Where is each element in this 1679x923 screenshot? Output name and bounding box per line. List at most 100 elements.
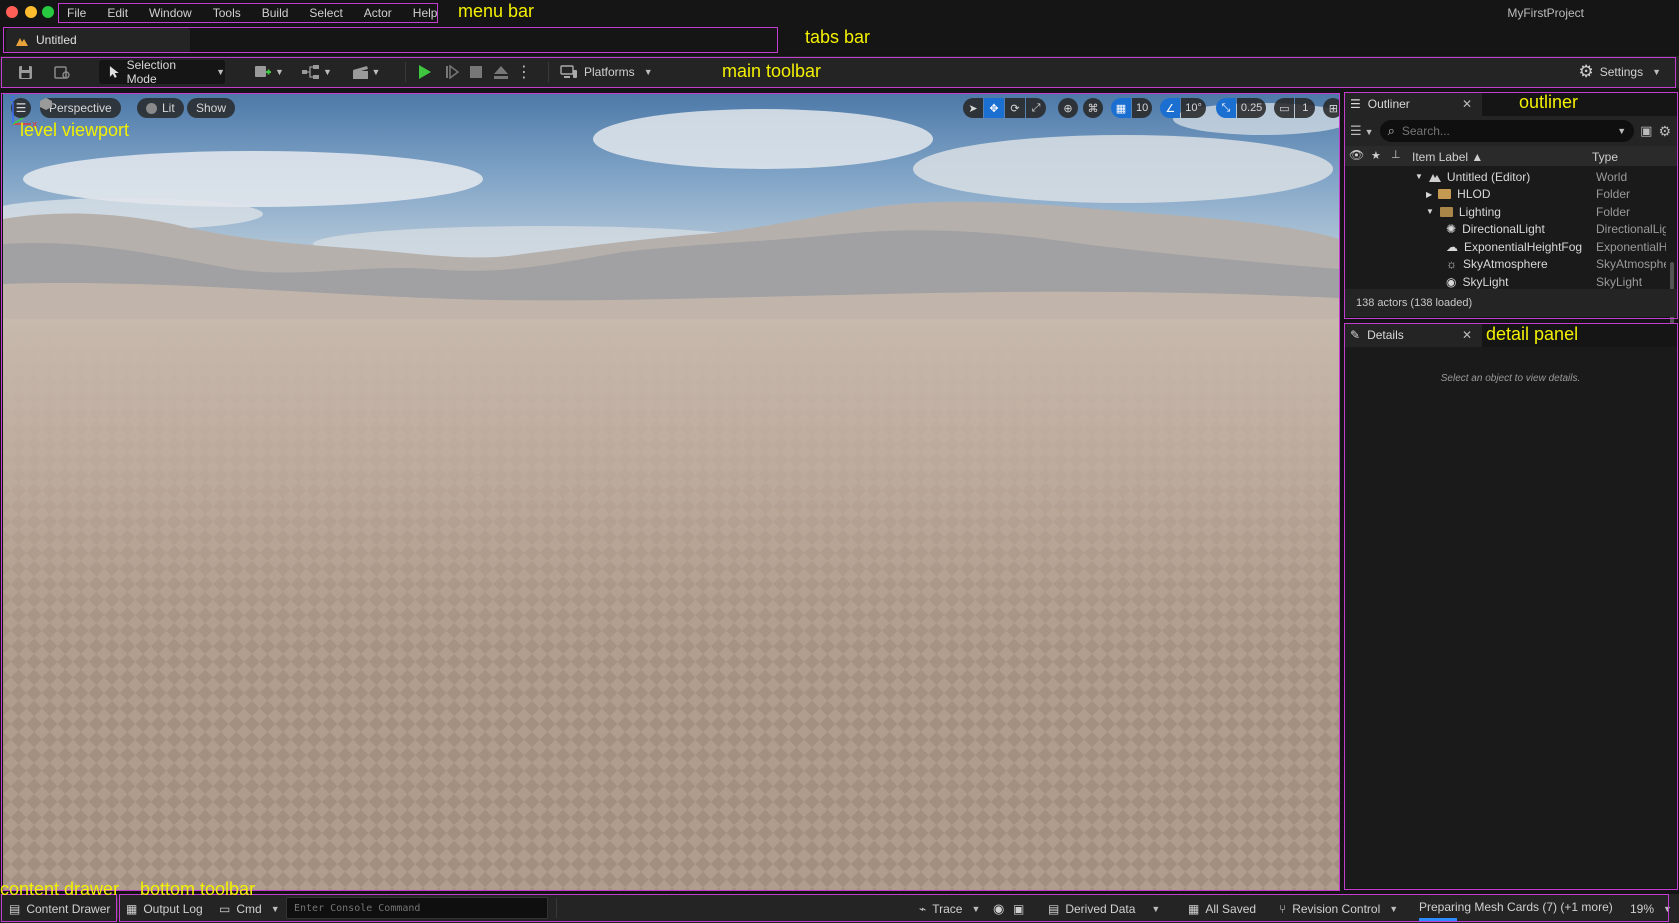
settings-dropdown[interactable]: ⚙ Settings ▼ — [1578, 60, 1661, 84]
menu-help[interactable]: Help — [404, 6, 450, 20]
show-button[interactable]: Show — [187, 98, 236, 118]
item-label-column[interactable]: Item Label ▲ — [1412, 150, 1483, 164]
expanded-arrow-icon[interactable]: ▼ — [1415, 172, 1423, 181]
platforms-label: Platforms — [584, 65, 635, 79]
collapsed-arrow-icon[interactable]: ▶ — [1426, 190, 1432, 199]
translate-tool-icon[interactable]: ✥ — [984, 98, 1004, 118]
grid-snap-icon[interactable]: ▦ — [1111, 98, 1131, 118]
maximize-window-button[interactable] — [42, 6, 54, 18]
close-icon[interactable]: ✕ — [1462, 328, 1472, 342]
list-item[interactable]: ▼ Untitled (Editor) World — [1344, 168, 1677, 186]
add-actor-button[interactable]: ▼ — [252, 60, 286, 84]
outliner-header: ☰ Outliner ✕ — [1344, 92, 1677, 116]
scale-snap-value[interactable]: 0.25 — [1236, 98, 1267, 118]
scale-snap-icon[interactable]: ⤡ — [1215, 98, 1236, 118]
output-log-button[interactable]: ▦ Output Log — [126, 898, 203, 920]
list-item[interactable]: ☁ ExponentialHeightFog ExponentialHeightF… — [1344, 238, 1677, 256]
task-progress-text[interactable]: Preparing Mesh Cards (7) (+1 more) — [1419, 896, 1613, 918]
close-icon[interactable]: ✕ — [1462, 97, 1472, 111]
rotation-snap-icon[interactable]: ∠ — [1160, 98, 1181, 118]
tab-untitled-level[interactable]: Untitled — [6, 28, 190, 52]
screenshot-button[interactable]: ▣ — [1013, 898, 1024, 920]
rotate-tool-icon[interactable]: ⟳ — [1005, 98, 1025, 118]
console-command-field[interactable] — [286, 897, 548, 919]
favorite-star-icon[interactable]: ★ — [1371, 149, 1381, 162]
list-item[interactable]: ▼ Lighting Folder — [1344, 203, 1677, 221]
menu-tools[interactable]: Tools — [204, 6, 253, 20]
rotation-snap-value[interactable]: 10° — [1181, 98, 1206, 118]
browse-level-icon[interactable] — [51, 60, 73, 84]
task-percent[interactable]: 19% ▼ — [1630, 898, 1672, 920]
record-button[interactable]: ◉ — [993, 898, 1004, 920]
menu-select[interactable]: Select — [300, 6, 354, 20]
console-command-input[interactable] — [287, 898, 547, 918]
directional-light-icon: ✺ — [1446, 222, 1457, 237]
more-options-icon[interactable]: ⋮ — [516, 60, 532, 84]
add-folder-icon[interactable]: ▣ — [1640, 123, 1652, 139]
grid-snap-value[interactable]: 10 — [1132, 98, 1153, 118]
menu-bar-annotation: menu bar — [458, 1, 535, 21]
details-panel: ✎ Details ✕ Select an object to view det… — [1344, 323, 1677, 888]
close-window-button[interactable] — [6, 6, 18, 18]
list-item[interactable]: ▶ HLOD Folder — [1344, 186, 1677, 204]
trace-dropdown[interactable]: ⌁ Trace ▼ — [919, 898, 980, 920]
outliner-search-row: ☰▼ ⌕ ▼ ▣ ⚙ — [1344, 116, 1677, 146]
trace-label: Trace — [932, 902, 963, 916]
menu-build[interactable]: Build — [253, 6, 301, 20]
blueprint-button[interactable]: ▼ — [300, 60, 334, 84]
menu-file[interactable]: File — [58, 6, 98, 20]
chevron-down-icon: ▼ — [1151, 904, 1161, 914]
derived-data-dropdown[interactable]: ▤ Derived Data ▼ — [1048, 898, 1160, 920]
scale-tool-icon[interactable]: ⤢ — [1026, 98, 1046, 118]
pin-icon[interactable]: ⊥ — [1391, 148, 1401, 161]
viewport-layout-icon[interactable]: ⊞ — [1323, 98, 1339, 118]
cmd-dropdown[interactable]: ▭ Cmd ▼ — [219, 898, 280, 920]
play-button[interactable] — [414, 60, 436, 84]
lit-button[interactable]: Lit — [137, 98, 184, 118]
type-column[interactable]: Type — [1592, 150, 1618, 164]
content-drawer-button[interactable]: ▤ Content Drawer — [9, 898, 110, 920]
all-saved-label: All Saved — [1205, 902, 1257, 916]
list-item[interactable]: ☼ SkyAtmosphere SkyAtmosphere — [1344, 256, 1677, 274]
toolbar-divider — [405, 62, 406, 82]
chevron-down-icon[interactable]: ▼ — [1617, 126, 1626, 136]
selection-mode-label: Selection Mode — [126, 58, 176, 86]
revision-control-dropdown[interactable]: ⑂ Revision Control ▼ — [1279, 898, 1398, 920]
gear-icon[interactable]: ⚙ — [1658, 123, 1671, 140]
eject-button[interactable] — [490, 60, 512, 84]
list-item[interactable]: ✺ DirectionalLight DirectionalLight — [1344, 221, 1677, 239]
platforms-dropdown[interactable]: Platforms ▼ — [560, 60, 653, 84]
save-icon[interactable] — [14, 60, 36, 84]
minimize-window-button[interactable] — [25, 6, 37, 18]
camera-speed-icon[interactable]: ▭ — [1274, 98, 1295, 118]
item-type: Folder — [1596, 204, 1631, 219]
level-viewport[interactable]: ☰ Perspective Lit Show ➤ ✥ ⟳ ⤢ ⊕ ⌘ ▦ 10 … — [3, 94, 1339, 890]
details-tab[interactable]: ✎ Details ✕ — [1344, 323, 1482, 347]
menu-edit[interactable]: Edit — [98, 6, 140, 20]
menu-window[interactable]: Window — [140, 6, 204, 20]
selection-mode-dropdown[interactable]: Selection Mode ▼ — [99, 58, 225, 86]
cmd-label: Cmd — [236, 902, 262, 916]
menu-actor[interactable]: Actor — [355, 6, 404, 20]
project-name: MyFirstProject — [1507, 6, 1584, 20]
save-status-icon: ▦ — [1188, 902, 1200, 916]
item-type: ExponentialHeightFog — [1596, 239, 1666, 254]
all-saved-button[interactable]: ▦ All Saved — [1188, 898, 1256, 920]
pencil-icon: ✎ — [1350, 328, 1361, 342]
stop-button[interactable] — [465, 60, 487, 84]
outliner-search-input[interactable] — [1401, 124, 1592, 138]
list-item[interactable]: ◉ SkyLight SkyLight — [1344, 273, 1677, 291]
outliner-tab[interactable]: ☰ Outliner ✕ — [1344, 92, 1482, 116]
item-type: Folder — [1596, 187, 1631, 202]
expanded-arrow-icon[interactable]: ▼ — [1426, 207, 1434, 216]
outliner-search-box[interactable]: ⌕ ▼ — [1379, 120, 1635, 142]
filter-icon[interactable]: ☰ ▼ — [1350, 123, 1374, 139]
select-tool-icon[interactable]: ➤ — [963, 98, 983, 118]
surface-snap-icon[interactable]: ⌘ — [1083, 98, 1103, 118]
world-space-icon[interactable]: ⊕ — [1058, 98, 1078, 118]
camera-speed-value[interactable]: 1 — [1295, 98, 1316, 118]
advance-frame-button[interactable] — [441, 60, 463, 84]
perspective-button[interactable]: Perspective — [40, 98, 121, 118]
visibility-eye-icon[interactable]: 👁 — [1349, 148, 1364, 162]
cinematics-button[interactable]: ▼ — [349, 60, 383, 84]
